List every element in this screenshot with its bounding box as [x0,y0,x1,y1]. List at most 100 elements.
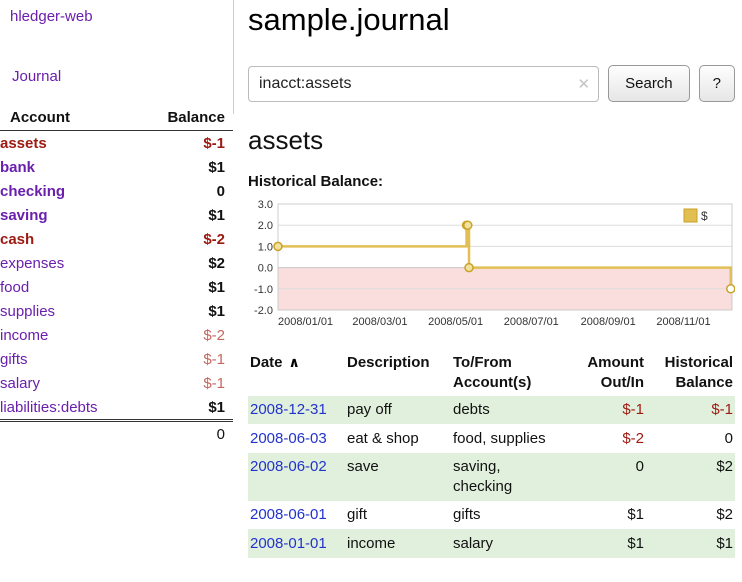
sidebar-divider [233,0,234,114]
register-header-amount: Amount Out/In [571,351,648,396]
accounts-header-account: Account [0,105,139,131]
page-title: sample.journal [248,2,735,38]
account-link-saving[interactable]: saving [0,207,48,224]
transaction-date-link[interactable]: 2008-01-01 [250,535,327,552]
transaction-date-link[interactable]: 2008-06-02 [250,458,327,475]
transaction-date-link[interactable]: 2008-12-31 [250,401,327,418]
account-balance: $1 [139,203,233,227]
account-link-income[interactable]: income [0,327,48,344]
account-link-liabilities-debts[interactable]: liabilities:debts [0,399,98,416]
transaction-accounts: food, supplies [449,424,571,453]
account-row: gifts $-1 [0,347,233,371]
svg-text:2.0: 2.0 [258,220,273,232]
account-balance: $-1 [139,131,233,156]
register-header-accounts: To/From Account(s) [449,351,571,396]
svg-text:0.0: 0.0 [258,263,273,275]
accounts-header-balance: Balance [139,105,233,131]
search-button[interactable]: Search [608,65,690,102]
svg-text:-1.0: -1.0 [254,284,273,296]
account-link-assets[interactable]: assets [0,135,47,152]
balance-chart: 3.02.01.00.0-1.0-2.02008/01/012008/03/01… [248,196,735,338]
account-row: supplies $1 [0,299,233,323]
svg-text:2008/09/01: 2008/09/01 [581,316,636,328]
register-table: Date ∧ Description To/From Account(s) Amo… [248,351,735,558]
transaction-accounts: gifts [449,501,571,530]
clear-search-icon[interactable]: ✕ [578,75,591,93]
account-balance: $-2 [139,227,233,251]
register-header-balance: Historical Balance [648,351,735,396]
transaction-amount: 0 [571,453,648,501]
account-row: expenses $2 [0,251,233,275]
account-link-checking[interactable]: checking [0,183,65,200]
chart-title: Historical Balance: [248,173,735,190]
transaction-balance: $2 [648,501,735,530]
account-balance: $2 [139,251,233,275]
transaction-accounts: debts [449,396,571,425]
account-balance: $-2 [139,323,233,347]
account-link-expenses[interactable]: expenses [0,255,64,272]
transaction-balance: 0 [648,424,735,453]
sort-ascending-icon: ∧ [289,354,300,370]
account-balance: $-1 [139,347,233,371]
accounts-header-row: Account Balance [0,105,233,131]
main-content: sample.journal ✕ Search ? assets Histori… [248,0,735,558]
transaction-description: income [343,529,449,558]
transaction-date-link[interactable]: 2008-06-01 [250,506,327,523]
transaction-balance: $1 [648,529,735,558]
account-link-gifts[interactable]: gifts [0,351,28,368]
register-header-date[interactable]: Date ∧ [248,351,343,396]
transaction-accounts: saving, checking [449,453,571,501]
account-heading: assets [248,125,735,156]
accounts-total-row: 0 [0,421,233,447]
register-header-description: Description [343,351,449,396]
account-link-salary[interactable]: salary [0,375,40,392]
account-row: saving $1 [0,203,233,227]
transaction-description: eat & shop [343,424,449,453]
search-input-wrapper: ✕ [248,66,599,102]
help-button[interactable]: ? [699,65,735,102]
transaction-amount: $1 [571,529,648,558]
register-header-row: Date ∧ Description To/From Account(s) Amo… [248,351,735,396]
search-input[interactable] [248,66,599,102]
register-row: 2008-06-01 gift gifts $1 $2 [248,501,735,530]
account-link-cash[interactable]: cash [0,231,34,248]
account-row: bank $1 [0,155,233,179]
svg-text:2008/07/01: 2008/07/01 [504,316,559,328]
account-balance: $-1 [139,371,233,395]
account-link-bank[interactable]: bank [0,159,35,176]
svg-text:2008/11/01: 2008/11/01 [656,316,710,328]
account-link-supplies[interactable]: supplies [0,303,55,320]
svg-text:2008/05/01: 2008/05/01 [428,316,483,328]
account-link-food[interactable]: food [0,279,29,296]
account-balance: $1 [139,395,233,421]
svg-text:2008/01/01: 2008/01/01 [278,316,333,328]
transaction-description: pay off [343,396,449,425]
transaction-balance: $-1 [648,396,735,425]
register-row: 2008-06-02 save saving, checking 0 $2 [248,453,735,501]
transaction-date-link[interactable]: 2008-06-03 [250,430,327,447]
transaction-accounts: salary [449,529,571,558]
account-balance: $1 [139,275,233,299]
account-balance: $1 [139,299,233,323]
transaction-balance: $2 [648,453,735,501]
sidebar-item-journal[interactable]: Journal [12,68,233,85]
transaction-amount: $-1 [571,396,648,425]
accounts-table: Account Balance assets $-1 bank $1 check… [0,105,233,446]
accounts-total: 0 [139,421,233,447]
svg-text:$: $ [701,209,708,223]
register-row: 2008-01-01 income salary $1 $1 [248,529,735,558]
date-header-label: Date [250,354,283,371]
transaction-amount: $1 [571,501,648,530]
sidebar: hledger-web Journal Account Balance asse… [0,0,233,446]
transaction-description: gift [343,501,449,530]
svg-text:1.0: 1.0 [258,241,273,253]
transaction-description: save [343,453,449,501]
svg-text:3.0: 3.0 [258,199,273,211]
svg-text:2008/03/01: 2008/03/01 [352,316,407,328]
register-row: 2008-12-31 pay off debts $-1 $-1 [248,396,735,425]
account-row: salary $-1 [0,371,233,395]
app-title-link[interactable]: hledger-web [10,8,233,25]
account-row: cash $-2 [0,227,233,251]
transaction-amount: $-2 [571,424,648,453]
register-row: 2008-06-03 eat & shop food, supplies $-2… [248,424,735,453]
